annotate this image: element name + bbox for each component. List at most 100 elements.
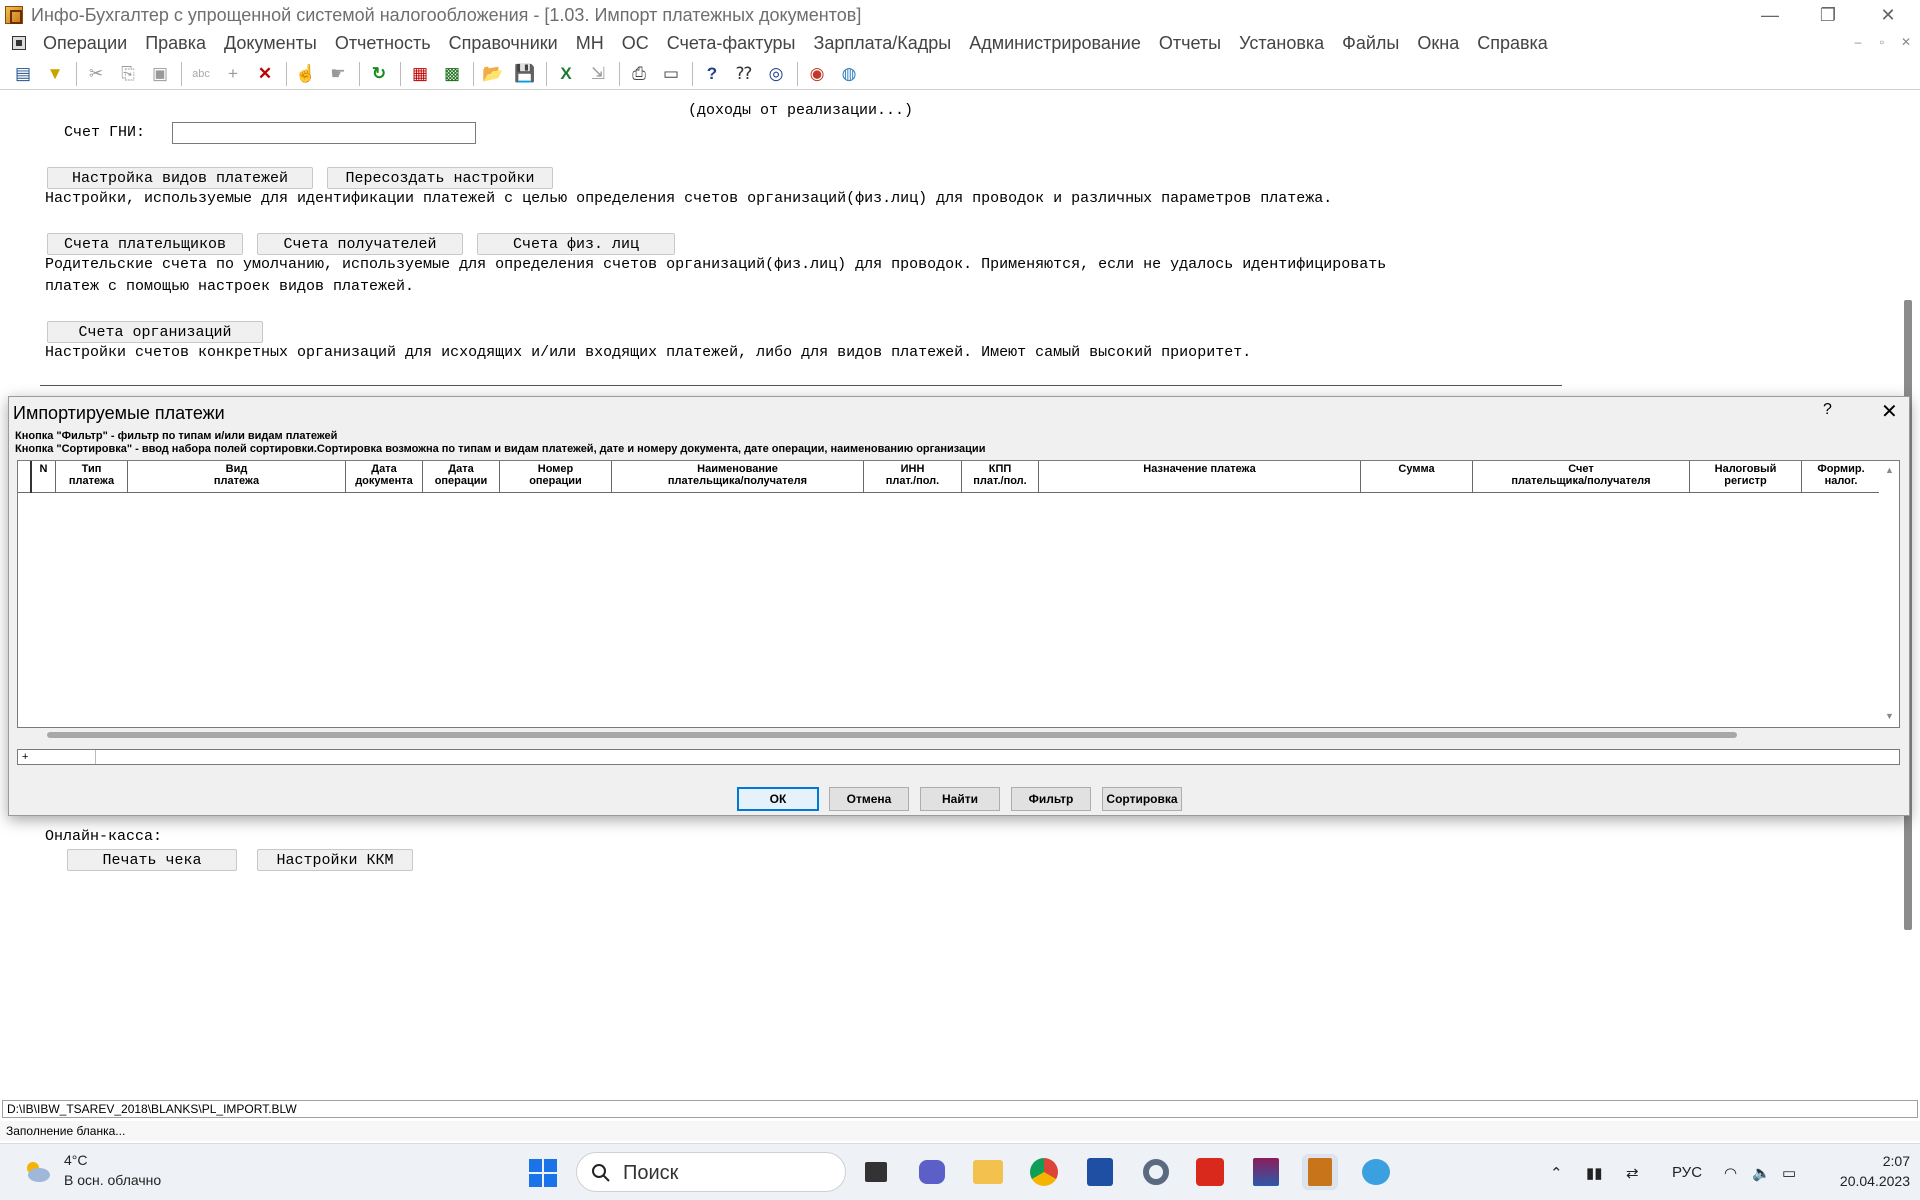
paste-icon[interactable]: ▣ [147, 61, 173, 87]
organization-accounts-button[interactable]: Счета организаций [47, 321, 263, 343]
acrobat-icon[interactable] [1192, 1154, 1228, 1190]
col-amount[interactable]: Сумма [1361, 461, 1473, 493]
volume-icon[interactable]: 🔈 [1752, 1144, 1771, 1200]
individuals-accounts-button[interactable]: Счета физ. лиц [477, 233, 675, 255]
help-icon[interactable]: ? [699, 61, 725, 87]
cut-icon[interactable]: ✂ [83, 61, 109, 87]
receivers-accounts-button[interactable]: Счета получателей [257, 233, 463, 255]
col-kpp[interactable]: КПП плат./пол. [962, 461, 1039, 493]
col-tax-forming[interactable]: Формир. налог. [1802, 461, 1880, 493]
pointer2-icon[interactable]: ☛ [325, 61, 351, 87]
filter-icon[interactable]: ▼ [42, 61, 68, 87]
clock-date[interactable]: 20.04.2023 [1818, 1173, 1910, 1189]
gni-account-field[interactable] [172, 122, 476, 144]
system-menu-icon[interactable] [12, 36, 26, 50]
web-icon[interactable]: ◍ [836, 61, 862, 87]
delete-icon[interactable]: ✕ [252, 61, 278, 87]
menu-reporting[interactable]: Отчетность [326, 33, 440, 54]
show-hidden-icons[interactable]: ⌃ [1550, 1144, 1563, 1200]
abc-icon[interactable]: abc [188, 61, 214, 87]
col-inn[interactable]: ИНН плат./пол. [864, 461, 962, 493]
col-doc-date[interactable]: Дата документа [346, 461, 423, 493]
menu-windows[interactable]: Окна [1408, 33, 1468, 54]
excel-icon[interactable]: X [553, 61, 579, 87]
find-button[interactable]: Найти [920, 787, 1000, 811]
restore-icon[interactable]: ❐ [1800, 0, 1856, 30]
col-account[interactable]: Счет плательщика/получателя [1473, 461, 1690, 493]
grid-vertical-scrollbar[interactable]: ▲ ▼ [1879, 461, 1899, 727]
menu-operations[interactable]: Операции [34, 33, 136, 54]
menu-references[interactable]: Справочники [440, 33, 567, 54]
calculator-icon[interactable]: ▩ [439, 61, 465, 87]
menu-payroll[interactable]: Зарплата/Кадры [804, 33, 960, 54]
battery-icon[interactable]: ▭ [1782, 1144, 1796, 1200]
menu-help[interactable]: Справка [1468, 33, 1557, 54]
col-op-date[interactable]: Дата операции [423, 461, 500, 493]
payments-grid[interactable]: N Тип платежа Вид платежа Дата документа… [17, 460, 1900, 728]
export-icon[interactable]: ⇲ [585, 61, 611, 87]
recreate-settings-button[interactable]: Пересоздать настройки [327, 167, 553, 189]
menu-files[interactable]: Файлы [1333, 33, 1408, 54]
add-icon[interactable]: + [220, 61, 246, 87]
col-tax-register[interactable]: Налоговый регистр [1690, 461, 1802, 493]
document-icon[interactable]: ▦ [407, 61, 433, 87]
print-icon[interactable]: ⎙ [626, 61, 652, 87]
ok-button[interactable]: ОК [737, 787, 819, 811]
settings-gear-icon[interactable] [1138, 1154, 1174, 1190]
support-icon[interactable]: ◉ [804, 61, 830, 87]
scroll-down-icon[interactable]: ▼ [1885, 711, 1894, 721]
grid-horizontal-scrollbar[interactable] [17, 730, 1900, 739]
col-payment-kind[interactable]: Вид платежа [128, 461, 346, 493]
menu-edit[interactable]: Правка [136, 33, 215, 54]
pointer-icon[interactable]: ☝ [293, 61, 319, 87]
menu-setup[interactable]: Установка [1230, 33, 1333, 54]
scroll-up-icon[interactable]: ▲ [1885, 465, 1894, 475]
tray-settings-icon[interactable]: ⇄ [1626, 1144, 1639, 1200]
save-icon[interactable]: 💾 [512, 61, 538, 87]
payers-accounts-button[interactable]: Счета плательщиков [47, 233, 243, 255]
mdi-close-icon[interactable]: ✕ [1896, 35, 1916, 51]
menu-admin[interactable]: Администрирование [960, 33, 1150, 54]
paint-icon[interactable] [1358, 1154, 1394, 1190]
app-icon-blue[interactable] [1082, 1154, 1118, 1190]
dialog-help-icon[interactable]: ? [1823, 401, 1832, 419]
copy-icon[interactable]: ⎘ [115, 61, 141, 87]
winrar-icon[interactable] [1248, 1154, 1284, 1190]
dialog-close-icon[interactable]: ✕ [1881, 399, 1898, 424]
filter-button[interactable]: Фильтр [1011, 787, 1091, 811]
open-folder-icon[interactable]: 📂 [480, 61, 506, 87]
info-accountant-taskbar-icon[interactable] [1302, 1154, 1338, 1190]
clock-time[interactable]: 2:07 [1850, 1153, 1910, 1169]
compass-icon[interactable]: ◎ [763, 61, 789, 87]
taskbar-search[interactable]: Поиск [576, 1152, 846, 1192]
col-payment-type[interactable]: Тип платежа [56, 461, 128, 493]
menu-documents[interactable]: Документы [215, 33, 326, 54]
input-language[interactable]: РУС [1672, 1144, 1702, 1200]
chat-icon[interactable] [914, 1154, 950, 1190]
context-help-icon[interactable]: ⁇ [731, 61, 757, 87]
mdi-minimize-icon[interactable]: – [1848, 35, 1868, 51]
file-explorer-icon[interactable] [970, 1154, 1006, 1190]
col-n[interactable]: N [32, 461, 56, 493]
wifi-icon[interactable]: ◠ [1724, 1144, 1737, 1200]
chrome-icon[interactable] [1026, 1154, 1062, 1190]
menu-reports[interactable]: Отчеты [1150, 33, 1230, 54]
menu-invoices[interactable]: Счета-фактуры [658, 33, 805, 54]
kkm-settings-button[interactable]: Настройки ККМ [257, 849, 413, 871]
windows-start-icon[interactable] [528, 1158, 558, 1188]
print-receipt-button[interactable]: Печать чека [67, 849, 237, 871]
col-counterparty[interactable]: Наименование плательщика/получателя [612, 461, 864, 493]
minimize-icon[interactable]: — [1742, 0, 1798, 30]
sort-button[interactable]: Сортировка [1102, 787, 1182, 811]
col-op-number[interactable]: Номер операции [500, 461, 612, 493]
cancel-button[interactable]: Отмена [829, 787, 909, 811]
weather-cloud-icon[interactable] [22, 1158, 52, 1184]
col-purpose[interactable]: Назначение платежа [1039, 461, 1361, 493]
horizontal-scroll-thumb[interactable] [47, 732, 1737, 738]
close-icon[interactable]: ✕ [1860, 0, 1916, 30]
preview-icon[interactable]: ▭ [658, 61, 684, 87]
menu-os[interactable]: ОС [613, 33, 658, 54]
journal-icon[interactable]: ▤ [10, 61, 36, 87]
mdi-restore-icon[interactable]: ▫ [1872, 35, 1892, 51]
task-view-icon[interactable] [858, 1154, 894, 1190]
